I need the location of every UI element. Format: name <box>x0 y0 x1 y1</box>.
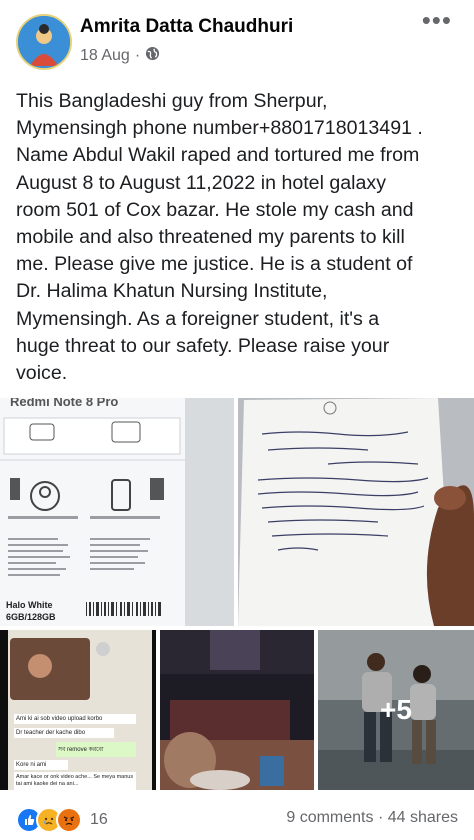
chat-message: Amar kace or onk video ache... Se meya m… <box>14 772 136 790</box>
shares-link[interactable]: 44 shares <box>388 809 458 826</box>
post-text-line: Mymensingh phone number+8801718013491 . <box>16 117 423 140</box>
author-avatar[interactable] <box>16 14 72 70</box>
post-text-line: huge threat to our safety. Please raise … <box>16 334 390 357</box>
post-meta: 18 Aug · <box>80 46 160 66</box>
post-date[interactable]: 18 Aug <box>80 47 130 65</box>
chat-message: সব remove করবো <box>56 742 136 757</box>
engagement-stats: 9 comments · 44 shares <box>286 809 458 827</box>
post-text-line: August 8 to August 11,2022 in hotel gala… <box>16 171 387 194</box>
meta-separator: · <box>134 47 141 64</box>
box-brand: Redmi Note 8 Pro <box>10 398 119 409</box>
post-text-line: Name Abdul Wakil raped and tortured me f… <box>16 144 420 167</box>
post-text-line: Dr. Halima Khatun Nursing Institute, <box>16 280 328 303</box>
photo-phone-box[interactable]: Redmi Note 8 Pro Halo White 6GB/128GB <box>0 398 234 626</box>
photo-room[interactable] <box>160 630 314 790</box>
author-name[interactable]: Amrita Datta Chaudhuri <box>80 16 293 38</box>
reaction-count: 16 <box>90 811 108 828</box>
ellipsis-icon[interactable]: ••• <box>422 7 452 33</box>
post-header: Amrita Datta Chaudhuri 18 Aug · ••• <box>0 0 474 80</box>
photo-chat[interactable]: Ami ki ai sob video upload korbo Dr teac… <box>0 630 156 790</box>
chat-message: Kore ni ami <box>14 760 68 770</box>
comments-link[interactable]: 9 comments <box>286 809 373 826</box>
post-footer: 16 9 comments · 44 shares <box>0 798 474 840</box>
post-text-line: mobile and also threatened my parents to… <box>16 226 405 249</box>
post-text-line: me. Please give me justice. He is a stud… <box>16 253 413 276</box>
stats-separator: · <box>377 809 384 826</box>
post-text-line: room 501 of Cox bazar. He stole my cash … <box>16 198 414 221</box>
post-body: This Bangladeshi guy from Sherpur, Mymen… <box>16 88 468 387</box>
more-photos-overlay[interactable]: +5 <box>318 630 474 790</box>
post-text-line: Mymensingh. As a foreigner student, it's… <box>16 307 380 330</box>
photo-document[interactable] <box>238 398 474 626</box>
box-storage: 6GB/128GB <box>6 612 56 622</box>
chat-message: Dr teacher der kache dibo <box>14 728 114 738</box>
globe-icon[interactable] <box>145 46 160 66</box>
angry-reaction-icon <box>56 807 82 833</box>
chat-message: Ami ki ai sob video upload korbo <box>14 714 136 724</box>
box-color: Halo White <box>6 600 53 610</box>
post-text-line: This Bangladeshi guy from Sherpur, <box>16 90 328 112</box>
reactions-summary[interactable]: 16 <box>16 807 108 833</box>
post-text-line: voice. <box>16 362 68 385</box>
